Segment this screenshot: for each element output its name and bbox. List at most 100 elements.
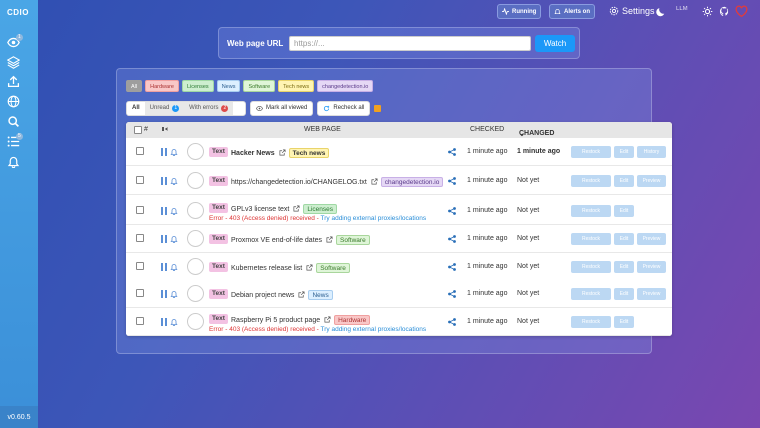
row-checkbox[interactable] [136,317,144,325]
bell-icon[interactable] [170,290,178,298]
edit-button[interactable]: Edit [614,175,634,187]
share-icon[interactable] [448,263,456,271]
share-icon[interactable] [448,177,456,185]
tag-changedetection[interactable]: changedetection.io [317,80,374,92]
restock-button[interactable]: Restock [571,146,611,158]
external-link-icon[interactable] [371,178,378,185]
row-checkbox[interactable] [136,176,144,184]
row-title[interactable]: GPLv3 license text Licenses [231,204,338,214]
bell-icon[interactable] [170,318,178,326]
preview-button[interactable]: Preview [637,175,666,187]
external-link-icon[interactable] [279,149,286,156]
row-title[interactable]: Proxmox VE end-of-life dates Software [231,235,370,245]
proxy-help-link[interactable]: Try adding external proxies/locations [321,215,427,222]
row-tag[interactable]: News [308,290,333,300]
row-tag[interactable]: Software [336,235,370,245]
share-icon[interactable] [448,148,456,156]
llm-link[interactable]: LLM [676,6,688,12]
row-title[interactable]: Raspberry Pi 5 product page Hardware [231,315,371,325]
bell-icon[interactable] [170,263,178,271]
row-title[interactable]: Hacker News Tech news [231,148,330,158]
pause-icon[interactable] [160,148,168,156]
github-icon[interactable] [719,6,730,17]
preview-button[interactable]: Preview [637,261,666,273]
bell-icon[interactable] [170,235,178,243]
filter-unread[interactable]: Unread 1 [144,102,185,115]
tag-all[interactable]: All [126,80,143,92]
row-tag[interactable]: Licenses [303,204,338,214]
tag-hardware[interactable]: Hardware [145,80,179,92]
logo[interactable]: CDIO [7,8,29,17]
mark-all-viewed-button[interactable]: Mark all viewed [250,101,314,116]
filter-errors[interactable]: With errors 2 [184,102,234,115]
bell-icon[interactable] [170,148,178,156]
tag-tech-news[interactable]: Tech news [278,80,315,92]
history-button[interactable]: History [637,146,666,158]
row-tag[interactable]: Tech news [288,148,330,158]
settings-link[interactable]: Settings [609,6,655,16]
moon-icon[interactable] [656,6,667,17]
share-icon[interactable] [448,318,456,326]
edit-button[interactable]: Edit [614,288,634,300]
bell-icon[interactable] [170,177,178,185]
row-tag[interactable]: Software [316,263,350,273]
search-icon[interactable] [7,115,20,128]
col-checked[interactable]: CHECKED [470,126,504,133]
filter-all[interactable]: All [127,102,145,115]
edit-button[interactable]: Edit [614,233,634,245]
row-title[interactable]: https://changedetection.io/CHANGELOG.txt… [231,177,444,187]
pause-icon[interactable] [160,318,168,326]
external-link-icon[interactable] [326,236,333,243]
restock-button[interactable]: Restock [571,233,611,245]
row-checkbox[interactable] [136,289,144,297]
row-checkbox[interactable] [136,147,144,155]
pause-icon[interactable] [160,207,168,215]
alerts-button[interactable]: Alerts on [549,4,596,19]
sun-icon[interactable] [702,6,713,17]
row-title[interactable]: Kubernetes release list Software [231,263,350,273]
share-icon[interactable] [448,207,456,215]
recheck-all-button[interactable]: Recheck all [317,101,371,116]
heart-icon[interactable] [735,5,748,18]
col-web-page[interactable]: WEB PAGE [304,126,341,133]
edit-button[interactable]: Edit [614,205,634,217]
pause-icon[interactable] [160,263,168,271]
preview-button[interactable]: Preview [637,288,666,300]
row-checkbox[interactable] [136,262,144,270]
row-title[interactable]: Debian project news News [231,290,333,300]
row-checkbox[interactable] [136,234,144,242]
rss-icon[interactable] [374,105,382,112]
edit-button[interactable]: Edit [614,316,634,328]
url-input[interactable]: https://... [289,36,531,51]
import-icon[interactable] [7,75,20,88]
restock-button[interactable]: Restock [571,288,611,300]
watch-button[interactable]: Watch [535,35,575,52]
tag-news[interactable]: News [216,80,241,92]
external-link-icon[interactable] [298,291,305,298]
restock-button[interactable]: Restock [571,205,611,217]
running-button[interactable]: Running [497,4,542,19]
external-link-icon[interactable] [324,316,331,323]
tag-licenses[interactable]: Licenses [181,80,214,92]
bell-icon[interactable] [170,207,178,215]
share-icon[interactable] [448,290,456,298]
share-icon[interactable] [448,235,456,243]
restock-button[interactable]: Restock [571,175,611,187]
row-tag[interactable]: changedetection.io [380,177,444,187]
external-link-icon[interactable] [293,205,300,212]
restock-button[interactable]: Restock [571,316,611,328]
edit-button[interactable]: Edit [614,146,634,158]
row-tag[interactable]: Hardware [334,315,371,325]
proxy-help-link[interactable]: Try adding external proxies/locations [321,326,427,333]
pause-icon[interactable] [160,290,168,298]
preview-button[interactable]: Preview [637,233,666,245]
row-checkbox[interactable] [136,206,144,214]
globe-icon[interactable] [7,95,20,108]
pause-icon[interactable] [160,235,168,243]
select-all-checkbox[interactable] [134,126,142,134]
tag-software[interactable]: Software [243,80,276,92]
layers-icon[interactable] [7,56,20,69]
pause-icon[interactable] [160,177,168,185]
restock-button[interactable]: Restock [571,261,611,273]
edit-button[interactable]: Edit [614,261,634,273]
